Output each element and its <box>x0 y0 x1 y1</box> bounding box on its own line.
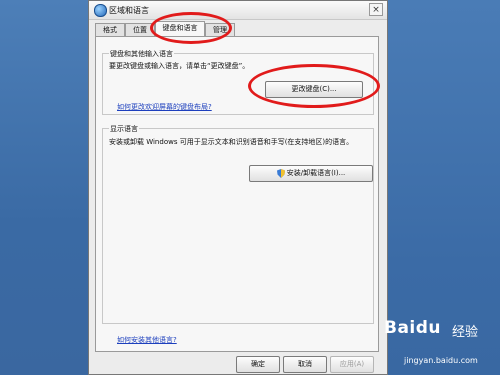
cancel-button[interactable]: 取消 <box>283 356 327 373</box>
tab-location[interactable]: 位置 <box>125 23 155 36</box>
desktop-background-left <box>0 0 88 375</box>
tab-administrative[interactable]: 管理 <box>205 23 235 36</box>
tab-keyboards-languages[interactable]: 键盘和语言 <box>155 21 205 37</box>
install-uninstall-languages-button[interactable]: 安装/卸载语言(I)... <box>249 165 373 182</box>
title-bar[interactable]: 区域和语言 × <box>89 1 387 20</box>
ok-button[interactable]: 确定 <box>236 356 280 373</box>
display-language-description: 安装或卸载 Windows 可用于显示文本和识别语音和手写(在支持地区)的语言。 <box>109 138 354 146</box>
close-button[interactable]: × <box>369 3 383 16</box>
baidu-jingyan-watermark: Baidu 经验 jingyan.baidu.com <box>382 318 498 370</box>
welcome-keyboard-layout-link[interactable]: 如何更改欢迎屏幕的键盘布局? <box>117 102 212 112</box>
watermark-logo: Baidu <box>384 318 442 338</box>
tab-panel: 键盘和其他输入语言 要更改键盘或输入语言，请单击“更改键盘”。 更改键盘(C).… <box>95 36 379 352</box>
keyboard-description: 要更改键盘或输入语言，请单击“更改键盘”。 <box>109 62 250 70</box>
window-title: 区域和语言 <box>109 6 149 15</box>
install-languages-label: 安装/卸载语言(I)... <box>286 169 346 177</box>
region-language-dialog: 区域和语言 × 格式 位置 键盘和语言 管理 键盘和其他输入语言 要更改键盘或输… <box>88 0 388 375</box>
display-language-group: 显示语言 安装或卸载 Windows 可用于显示文本和识别语音和手写(在支持地区… <box>102 124 374 324</box>
display-language-title: 显示语言 <box>109 124 139 134</box>
uac-shield-icon <box>276 168 285 178</box>
watermark-url: jingyan.baidu.com <box>404 356 478 365</box>
change-keyboards-button[interactable]: 更改键盘(C)... <box>265 81 363 98</box>
apply-button[interactable]: 应用(A) <box>330 356 374 373</box>
watermark-product: 经验 <box>452 325 479 340</box>
globe-icon <box>94 4 107 17</box>
tab-formats[interactable]: 格式 <box>95 23 125 36</box>
keyboard-group-title: 键盘和其他输入语言 <box>109 49 174 59</box>
install-other-languages-link[interactable]: 如何安装其他语言? <box>117 335 177 345</box>
